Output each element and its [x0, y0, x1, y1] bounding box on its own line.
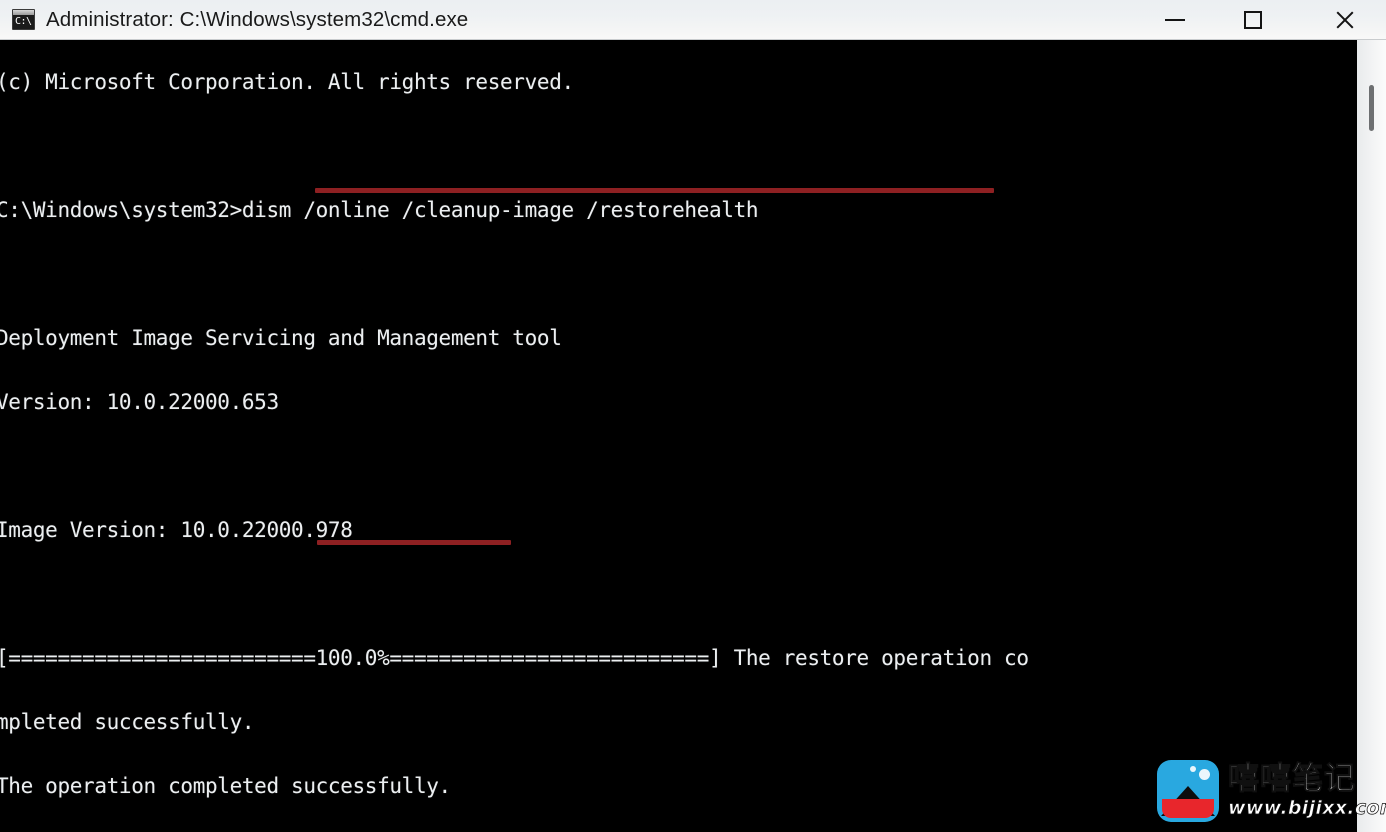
watermark: 嘻嘻笔记 www.bijixx.com	[1157, 760, 1386, 822]
console-text: (c) Microsoft Corporation. All rights re…	[0, 70, 1029, 798]
console-output-area[interactable]: (c) Microsoft Corporation. All rights re…	[0, 40, 1357, 832]
watermark-logo-base	[1162, 799, 1214, 818]
maximize-button[interactable]	[1230, 0, 1276, 40]
dism-command-underline	[315, 188, 994, 193]
vertical-scrollbar[interactable]	[1357, 40, 1386, 832]
watermark-logo-icon	[1157, 760, 1219, 822]
scrollbar-thumb[interactable]	[1369, 85, 1374, 131]
cmd-console-icon: C:\	[12, 9, 35, 30]
watermark-url: www.bijixx.com	[1228, 797, 1386, 819]
minimize-icon	[1165, 19, 1185, 21]
watermark-logo-big-dot	[1199, 769, 1210, 780]
watermark-text: 嘻嘻笔记 www.bijixx.com	[1228, 761, 1386, 819]
close-button[interactable]	[1322, 0, 1368, 40]
window-title: Administrator: C:\Windows\system32\cmd.e…	[46, 8, 469, 31]
sfc-command-underline	[317, 540, 511, 545]
minimize-button[interactable]	[1152, 0, 1198, 40]
title-bar: C:\ Administrator: C:\Windows\system32\c…	[0, 0, 1386, 40]
watermark-logo-small-dot	[1190, 766, 1196, 772]
cmd-window: C:\ Administrator: C:\Windows\system32\c…	[0, 0, 1386, 832]
maximize-icon	[1244, 11, 1262, 29]
watermark-brand-name: 嘻嘻笔记	[1228, 761, 1356, 797]
close-icon	[1334, 9, 1356, 31]
cmd-console-icon-prompt: C:\	[15, 16, 32, 27]
